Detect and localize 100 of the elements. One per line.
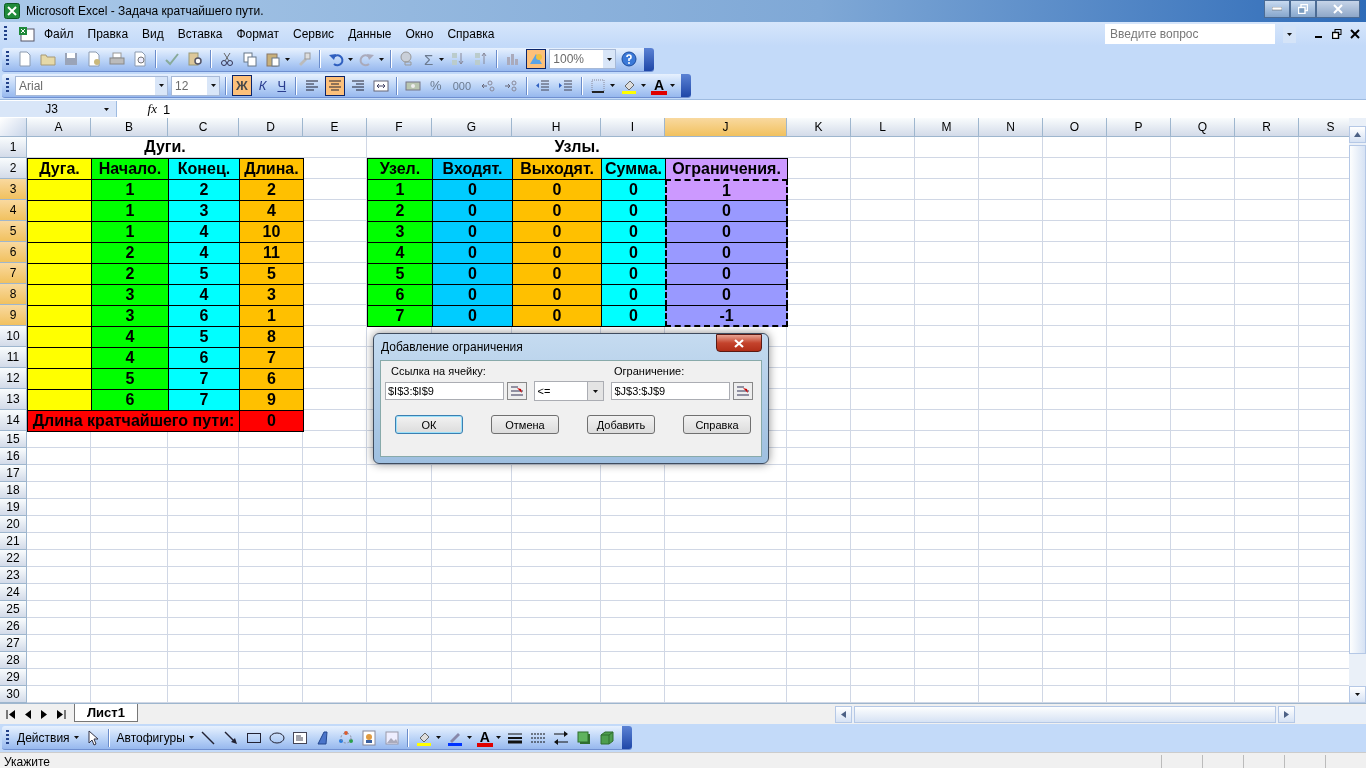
insert-function-button[interactable]: fx: [117, 101, 163, 117]
actions-menu-button[interactable]: Действия: [15, 727, 72, 748]
minimize-button[interactable]: [1264, 0, 1290, 18]
column-header[interactable]: C: [168, 118, 239, 137]
row-header[interactable]: 12: [0, 368, 27, 389]
font-color-button[interactable]: A: [475, 727, 494, 748]
dialog-button[interactable]: Добавить: [587, 415, 655, 434]
row-header[interactable]: 18: [0, 482, 27, 499]
column-header[interactable]: K: [787, 118, 851, 137]
row-header[interactable]: 3: [0, 179, 27, 200]
column-header[interactable]: M: [915, 118, 979, 137]
row-header[interactable]: 17: [0, 465, 27, 482]
column-header[interactable]: O: [1043, 118, 1107, 137]
toolbar-options-button[interactable]: [681, 74, 692, 97]
column-header[interactable]: I: [601, 118, 665, 137]
column-header[interactable]: P: [1107, 118, 1171, 137]
zoom-combo[interactable]: 100%: [549, 49, 617, 69]
row-header[interactable]: 10: [0, 326, 27, 347]
row-header[interactable]: 5: [0, 221, 27, 242]
research-icon[interactable]: [185, 49, 205, 69]
maximize-button[interactable]: [1290, 0, 1316, 18]
row-header[interactable]: 16: [0, 448, 27, 465]
toolbar-handle[interactable]: [6, 77, 9, 94]
menu-item[interactable]: Формат: [230, 25, 286, 43]
font-style-button[interactable]: Ж: [232, 75, 252, 96]
column-header[interactable]: D: [239, 118, 303, 137]
help-search-field[interactable]: Введите вопрос: [1105, 24, 1275, 44]
row-header[interactable]: 13: [0, 389, 27, 410]
row-header[interactable]: 9: [0, 305, 27, 326]
cell-reference-field[interactable]: $I$3:$I$9: [385, 382, 504, 400]
menu-item[interactable]: Окно: [399, 25, 440, 43]
row-header[interactable]: 30: [0, 686, 27, 703]
sheet-tab[interactable]: Лист1: [74, 704, 138, 722]
row-header[interactable]: 23: [0, 567, 27, 584]
dropdown-arrow-icon[interactable]: [347, 56, 354, 62]
row-header[interactable]: 26: [0, 618, 27, 635]
dropdown-arrow-icon[interactable]: [434, 735, 442, 740]
menu-item[interactable]: Вставка: [171, 25, 229, 43]
autoshapes-menu-button[interactable]: Автофигуры: [114, 727, 187, 748]
operator-select[interactable]: <=: [533, 381, 605, 401]
column-header[interactable]: A: [27, 118, 91, 137]
dropdown-arrow-icon[interactable]: [72, 735, 80, 740]
dropdown-arrow-icon[interactable]: [669, 83, 677, 88]
menu-item[interactable]: Справка: [441, 25, 501, 43]
dropdown-arrow-icon[interactable]: [157, 83, 165, 88]
font-style-button[interactable]: К: [254, 75, 271, 96]
toolbar-handle[interactable]: [6, 729, 9, 746]
row-header[interactable]: 4: [0, 200, 27, 221]
formula-field[interactable]: 1: [163, 101, 171, 117]
dropdown-arrow-icon[interactable]: [640, 83, 647, 88]
last-sheet-icon[interactable]: [56, 709, 66, 719]
next-sheet-icon[interactable]: [40, 709, 48, 719]
scroll-down-icon[interactable]: [1354, 692, 1361, 697]
font-style-button[interactable]: Ч: [273, 75, 291, 96]
first-sheet-icon[interactable]: [6, 709, 16, 719]
column-header[interactable]: J: [665, 118, 787, 137]
toolbar-handle[interactable]: [4, 26, 7, 42]
drawing-icon[interactable]: [526, 49, 547, 69]
close-button[interactable]: [716, 334, 762, 352]
row-header[interactable]: 21: [0, 533, 27, 550]
row-header[interactable]: 19: [0, 499, 27, 516]
row-header[interactable]: 7: [0, 263, 27, 284]
horizontal-scrollbar[interactable]: [835, 705, 1366, 723]
row-header[interactable]: 1: [0, 137, 27, 158]
dialog-button[interactable]: Отмена: [491, 415, 559, 434]
dropdown-arrow-icon[interactable]: [438, 56, 446, 62]
dropdown-arrow-icon[interactable]: [209, 83, 217, 88]
constraint-field[interactable]: $J$3:$J$9: [611, 382, 730, 400]
dropdown-arrow-icon[interactable]: [609, 83, 616, 88]
column-header[interactable]: E: [303, 118, 367, 137]
toolbar-handle[interactable]: [6, 51, 9, 67]
previous-sheet-icon[interactable]: [24, 709, 32, 719]
row-header[interactable]: 6: [0, 242, 27, 263]
workbook-icon[interactable]: [18, 26, 36, 42]
scroll-up-icon[interactable]: [1354, 132, 1361, 137]
dropdown-arrow-icon[interactable]: [465, 735, 473, 740]
font-size-combo[interactable]: 12: [171, 75, 220, 96]
vertical-scrollbar[interactable]: [1349, 118, 1366, 703]
menu-item[interactable]: Вид: [136, 25, 170, 43]
row-header[interactable]: 25: [0, 601, 27, 618]
row-header[interactable]: 28: [0, 652, 27, 669]
help-icon[interactable]: [619, 49, 640, 69]
dialog-button[interactable]: Справка: [683, 415, 751, 434]
range-picker-icon[interactable]: [506, 382, 527, 400]
column-header[interactable]: G: [432, 118, 512, 137]
column-header[interactable]: H: [512, 118, 601, 137]
range-picker-icon[interactable]: [733, 382, 753, 400]
column-header[interactable]: N: [979, 118, 1043, 137]
close-icon[interactable]: [1350, 29, 1360, 39]
scroll-left-icon[interactable]: [841, 710, 846, 718]
dropdown-arrow-icon[interactable]: [495, 735, 502, 740]
font-name-combo[interactable]: Arial: [15, 75, 168, 96]
row-header[interactable]: 27: [0, 635, 27, 652]
dropdown-arrow-icon[interactable]: [605, 56, 613, 62]
column-header[interactable]: Q: [1171, 118, 1235, 137]
row-header[interactable]: 8: [0, 284, 27, 305]
column-header[interactable]: B: [91, 118, 168, 137]
menu-item[interactable]: Правка: [81, 25, 135, 43]
column-header[interactable]: L: [851, 118, 915, 137]
scroll-right-icon[interactable]: [1284, 710, 1289, 718]
